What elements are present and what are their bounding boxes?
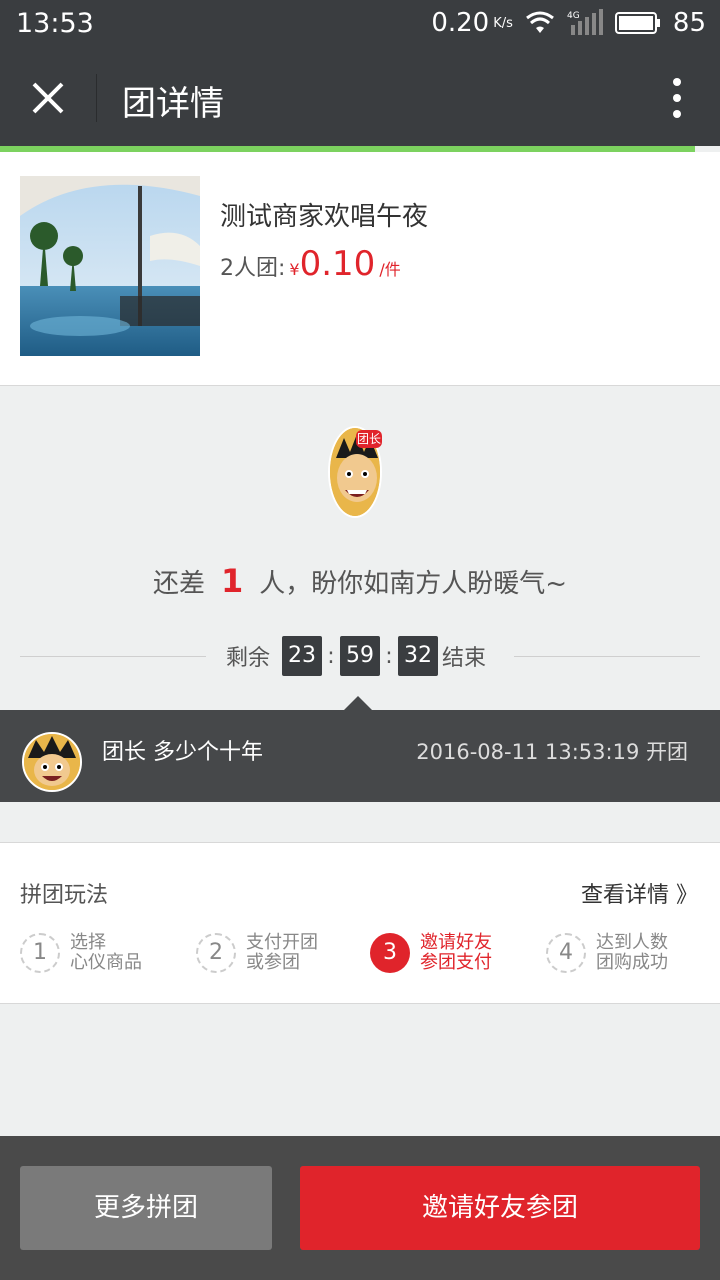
rules-title: 拼团玩法: [20, 883, 109, 908]
step-text: 支付开团 或参团: [246, 933, 318, 973]
more-groups-button[interactable]: 更多拼团: [20, 1166, 272, 1250]
divider-left: [20, 656, 206, 657]
step-line2: 团购成功: [596, 952, 668, 973]
battery-icon: [614, 12, 660, 34]
product-card[interactable]: 测试商家欢唱午夜 2人团: ¥ 0.10 /件: [0, 152, 720, 386]
step-text: 达到人数 团购成功: [596, 933, 668, 973]
network-speed: 0.20: [431, 8, 489, 38]
status-bar: 13:53 0.20 K/s 4G 85: [0, 0, 720, 50]
pointer-arrow: [344, 696, 372, 710]
countdown: 剩余 23 : 59 : 32 结束: [0, 636, 720, 676]
page-title: 团详情: [122, 84, 224, 124]
step-line1: 邀请好友: [420, 932, 492, 953]
network-type-text: 4G: [567, 11, 580, 21]
status-right: 0.20 K/s 4G 85: [431, 8, 706, 38]
countdown-seconds: 32: [398, 636, 439, 676]
price-amount: 0.10: [299, 244, 376, 284]
step-text: 选择 心仪商品: [70, 933, 142, 973]
need-prefix: 还差: [152, 569, 205, 599]
countdown-hours: 23: [282, 636, 323, 676]
step-number: 3: [370, 933, 410, 973]
countdown-label-after: 结束: [442, 646, 487, 671]
member-open-time: 2016-08-11 13:53:19 开团: [416, 740, 688, 764]
status-time: 13:53: [16, 8, 94, 39]
product-name: 测试商家欢唱午夜: [220, 202, 429, 232]
need-members-text: 还差 1 人，盼你如南方人盼暖气~: [0, 562, 720, 600]
bottom-action-bar: 更多拼团 邀请好友参团: [0, 1136, 720, 1280]
nav-bar: 团详情: [0, 50, 720, 146]
countdown-label-before: 剩余: [226, 646, 271, 671]
need-count: 1: [220, 562, 244, 600]
countdown-minutes: 59: [340, 636, 381, 676]
rule-step-4: 4 达到人数 团购成功: [546, 933, 668, 973]
member-row: 团长 多少个十年 2016-08-11 13:53:19 开团: [0, 696, 720, 802]
group-rules: 拼团玩法 查看详情 》 1 选择 心仪商品 2 支付开团 或参团 3 邀请好友 …: [0, 842, 720, 1004]
step-text: 邀请好友 参团支付: [420, 933, 492, 973]
step-line1: 选择: [70, 932, 106, 953]
need-suffix: 人，盼你如南方人盼暖气~: [259, 569, 568, 599]
step-line2: 心仪商品: [70, 952, 142, 973]
step-line2: 参团支付: [420, 952, 492, 973]
step-number: 1: [20, 933, 60, 973]
step-number: 4: [546, 933, 586, 973]
member-role-name: 团长 多少个十年: [102, 740, 263, 765]
step-number: 2: [196, 933, 236, 973]
countdown-colon: :: [385, 643, 393, 669]
rule-step-2: 2 支付开团 或参团: [196, 933, 318, 973]
group-size-label: 2人团:: [220, 256, 286, 281]
invite-friends-button[interactable]: 邀请好友参团: [300, 1166, 700, 1250]
more-vert-icon[interactable]: [672, 78, 682, 118]
signal-icon: 4G: [567, 9, 603, 35]
countdown-row: 剩余 23 : 59 : 32 结束: [226, 636, 486, 676]
step-line1: 达到人数: [596, 932, 668, 953]
speed-value: 0.20: [431, 8, 490, 38]
nav-divider: [96, 74, 97, 122]
product-price-row: 2人团: ¥ 0.10 /件: [220, 244, 401, 284]
rule-step-1: 1 选择 心仪商品: [20, 933, 142, 973]
view-details-link[interactable]: 查看详情 》: [581, 877, 698, 909]
close-icon[interactable]: [28, 78, 68, 118]
battery-level: 85: [672, 8, 706, 38]
price-unit: /件: [379, 260, 401, 279]
wifi-icon: [525, 11, 554, 33]
countdown-colon: :: [327, 643, 335, 669]
leader-badge: 团长: [356, 430, 382, 448]
speed-unit: K/s: [493, 15, 513, 31]
currency-symbol: ¥: [289, 260, 300, 279]
product-image: [20, 176, 200, 356]
step-line2: 或参团: [246, 952, 300, 973]
rule-step-3: 3 邀请好友 参团支付: [370, 933, 492, 973]
avatar: [22, 732, 82, 792]
divider-right: [514, 656, 700, 657]
step-line1: 支付开团: [246, 932, 318, 953]
